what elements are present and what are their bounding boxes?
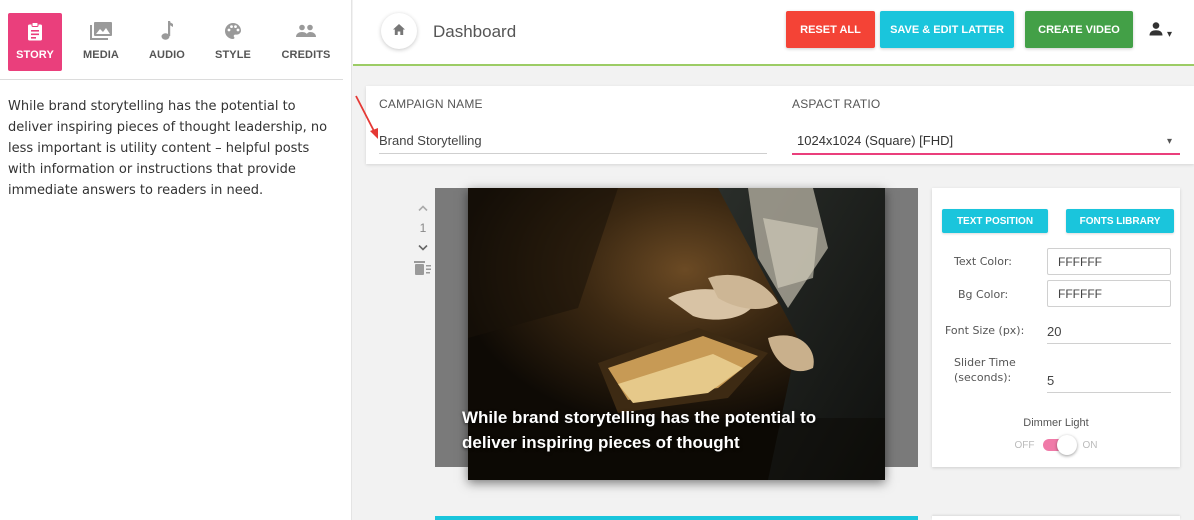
clipboard-icon <box>24 21 46 41</box>
reset-all-button[interactable]: RESET ALL <box>786 11 875 48</box>
font-size-input[interactable]: 20 <box>1047 320 1171 344</box>
campaign-name-input[interactable] <box>379 128 767 154</box>
dimmer-light-label: Dimmer Light <box>1023 417 1089 429</box>
next-slide-settings-panel <box>932 516 1180 520</box>
tab-style[interactable]: STYLE <box>206 13 260 71</box>
move-down-button[interactable] <box>410 238 436 258</box>
bg-color-input[interactable]: FFFFFF <box>1047 280 1171 307</box>
palette-icon <box>222 21 244 41</box>
tab-audio-label: AUDIO <box>149 49 185 61</box>
toggle-thumb <box>1056 435 1077 455</box>
dimmer-light-row: OFF ON <box>932 435 1180 455</box>
people-icon <box>295 21 317 41</box>
slide-preview[interactable]: While brand storytelling has the potenti… <box>435 188 918 480</box>
slide-settings-panel: TEXT POSITION FONTS LIBRARY Text Color: … <box>932 188 1180 467</box>
delete-sweep-icon <box>414 261 431 275</box>
annotation-arrow-icon <box>355 95 378 139</box>
create-video-button[interactable]: CREATE VIDEO <box>1025 11 1133 48</box>
user-icon <box>1149 21 1163 41</box>
text-color-label: Text Color: <box>954 255 1012 268</box>
story-text[interactable]: While brand storytelling has the potenti… <box>0 80 340 201</box>
move-up-button[interactable] <box>410 198 436 218</box>
aspect-ratio-select[interactable]: 1024x1024 (Square) [FHD] ▾ <box>792 128 1180 155</box>
slider-time-unit-label: (seconds): <box>954 371 1012 384</box>
font-size-label: Font Size (px): <box>945 324 1025 337</box>
tab-credits[interactable]: CREDITS <box>272 13 340 71</box>
aspect-ratio-label: ASPACT RATIO <box>792 97 881 111</box>
slider-time-input[interactable]: 5 <box>1047 369 1171 393</box>
tab-media[interactable]: MEDIA <box>74 13 128 71</box>
dimmer-light-toggle[interactable] <box>1042 435 1077 455</box>
home-icon <box>393 22 405 40</box>
image-icon <box>90 21 112 41</box>
sidebar: STORY MEDIA AUDIO STYLE CREDITS While br… <box>0 0 352 520</box>
slider-time-label: Slider Time <box>954 356 1016 369</box>
campaign-name-label: CAMPAIGN NAME <box>379 97 483 111</box>
aspect-ratio-value: 1024x1024 (Square) [FHD] <box>797 133 954 148</box>
slide-caption[interactable]: While brand storytelling has the potenti… <box>462 405 862 455</box>
tab-credits-label: CREDITS <box>281 49 331 61</box>
top-bar: Dashboard RESET ALL SAVE & EDIT LATTER C… <box>353 0 1194 66</box>
toggle-on-label: ON <box>1082 439 1098 451</box>
music-note-icon <box>156 21 178 41</box>
chevron-down-icon <box>418 245 428 251</box>
save-edit-later-button[interactable]: SAVE & EDIT LATTER <box>880 11 1014 48</box>
fonts-library-button[interactable]: FONTS LIBRARY <box>1066 209 1174 233</box>
user-menu[interactable]: ▾ <box>1149 20 1181 42</box>
toggle-off-label: OFF <box>1014 439 1035 451</box>
slide-controls: 1 <box>410 198 436 278</box>
delete-slide-button[interactable] <box>410 258 436 278</box>
dropdown-caret-icon: ▾ <box>1166 136 1172 147</box>
bg-color-label: Bg Color: <box>958 288 1009 301</box>
slide-number: 1 <box>419 221 427 235</box>
text-position-button[interactable]: TEXT POSITION <box>942 209 1048 233</box>
campaign-card: CAMPAIGN NAME ASPACT RATIO 1024x1024 (Sq… <box>366 86 1194 164</box>
text-color-input[interactable]: FFFFFF <box>1047 248 1171 275</box>
tab-style-label: STYLE <box>215 49 251 61</box>
next-slide-preview <box>435 516 918 520</box>
tab-media-label: MEDIA <box>83 49 119 61</box>
tab-audio[interactable]: AUDIO <box>140 13 194 71</box>
tab-story[interactable]: STORY <box>8 13 62 71</box>
chevron-down-icon: ▾ <box>1167 28 1173 40</box>
tab-story-label: STORY <box>16 49 54 61</box>
sidebar-tabs: STORY MEDIA AUDIO STYLE CREDITS <box>0 0 343 80</box>
chevron-up-icon <box>418 205 428 211</box>
page-title: Dashboard <box>433 22 517 41</box>
home-button[interactable] <box>381 13 417 49</box>
